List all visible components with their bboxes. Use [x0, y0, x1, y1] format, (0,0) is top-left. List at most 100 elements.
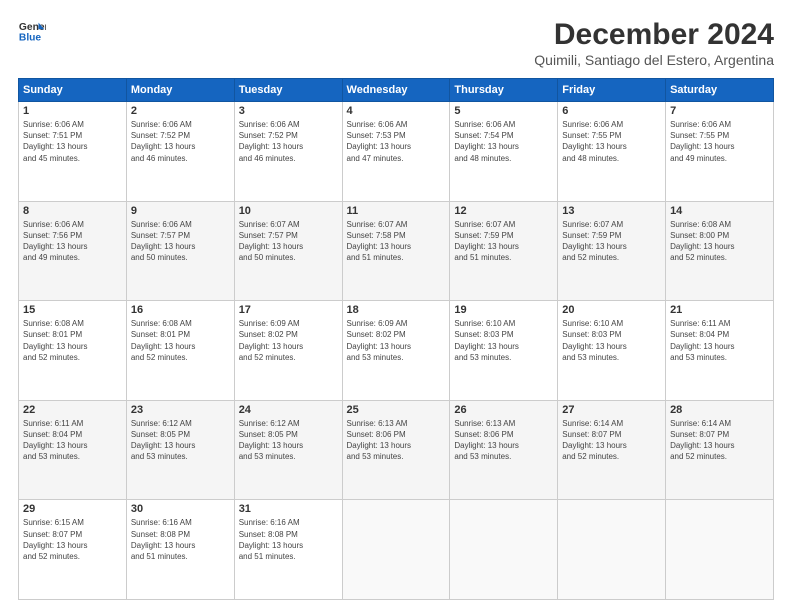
day-number: 10	[239, 205, 338, 217]
logo-icon: General Blue	[18, 18, 46, 46]
day-info: Sunrise: 6:12 AM Sunset: 8:05 PM Dayligh…	[239, 418, 338, 463]
calendar-week-row: 8Sunrise: 6:06 AM Sunset: 7:56 PM Daylig…	[19, 201, 774, 301]
day-info: Sunrise: 6:16 AM Sunset: 8:08 PM Dayligh…	[239, 517, 338, 562]
day-number: 25	[347, 404, 446, 416]
day-number: 23	[131, 404, 230, 416]
table-row: 11 Sunrise: 6:07 AM Sunset: 7:58 PM Dayli…	[342, 201, 450, 301]
table-row: 26 Sunrise: 6:13 AM Sunset: 8:06 PM Dayli…	[450, 400, 558, 500]
table-row: 14 Sunrise: 6:08 AM Sunset: 8:00 PM Dayli…	[666, 201, 774, 301]
table-row: 7 Sunrise: 6:06 AM Sunset: 7:55 PM Daylig…	[666, 102, 774, 202]
table-row: 25 Sunrise: 6:13 AM Sunset: 8:06 PM Dayli…	[342, 400, 450, 500]
day-info: Sunrise: 6:11 AM Sunset: 8:04 PM Dayligh…	[23, 418, 122, 463]
col-friday: Friday	[558, 79, 666, 102]
day-number: 16	[131, 304, 230, 316]
calendar-table: Sunday Monday Tuesday Wednesday Thursday…	[18, 78, 774, 600]
calendar-week-row: 22 Sunrise: 6:11 AM Sunset: 8:04 PM Dayli…	[19, 400, 774, 500]
day-number: 17	[239, 304, 338, 316]
day-info: Sunrise: 6:06 AM Sunset: 7:51 PM Dayligh…	[23, 119, 122, 164]
day-number: 22	[23, 404, 122, 416]
svg-text:Blue: Blue	[19, 32, 42, 43]
day-number: 6	[562, 105, 661, 117]
header: General Blue December 2024 Quimili, Sant…	[18, 18, 774, 68]
table-row: 27 Sunrise: 6:14 AM Sunset: 8:07 PM Dayli…	[558, 400, 666, 500]
day-info: Sunrise: 6:06 AM Sunset: 7:55 PM Dayligh…	[670, 119, 769, 164]
table-row: 29Sunrise: 6:15 AM Sunset: 8:07 PM Dayli…	[19, 500, 127, 600]
day-info: Sunrise: 6:07 AM Sunset: 7:59 PM Dayligh…	[562, 219, 661, 264]
day-number: 14	[670, 205, 769, 217]
day-number: 7	[670, 105, 769, 117]
calendar-header-row: Sunday Monday Tuesday Wednesday Thursday…	[19, 79, 774, 102]
col-sunday: Sunday	[19, 79, 127, 102]
table-row: 3Sunrise: 6:06 AM Sunset: 7:52 PM Daylig…	[234, 102, 342, 202]
day-number: 20	[562, 304, 661, 316]
day-info: Sunrise: 6:06 AM Sunset: 7:56 PM Dayligh…	[23, 219, 122, 264]
table-row: 10 Sunrise: 6:07 AM Sunset: 7:57 PM Dayli…	[234, 201, 342, 301]
day-number: 11	[347, 205, 446, 217]
day-info: Sunrise: 6:10 AM Sunset: 8:03 PM Dayligh…	[562, 318, 661, 363]
day-number: 18	[347, 304, 446, 316]
day-info: Sunrise: 6:13 AM Sunset: 8:06 PM Dayligh…	[347, 418, 446, 463]
day-info: Sunrise: 6:08 AM Sunset: 8:01 PM Dayligh…	[23, 318, 122, 363]
day-info: Sunrise: 6:07 AM Sunset: 7:57 PM Dayligh…	[239, 219, 338, 264]
calendar-week-row: 1 Sunrise: 6:06 AM Sunset: 7:51 PM Daylig…	[19, 102, 774, 202]
col-tuesday: Tuesday	[234, 79, 342, 102]
day-number: 24	[239, 404, 338, 416]
day-number: 15	[23, 304, 122, 316]
day-number: 12	[454, 205, 553, 217]
table-row: 20 Sunrise: 6:10 AM Sunset: 8:03 PM Dayli…	[558, 301, 666, 401]
day-number: 28	[670, 404, 769, 416]
col-thursday: Thursday	[450, 79, 558, 102]
day-number: 5	[454, 105, 553, 117]
day-number: 21	[670, 304, 769, 316]
table-row: 5 Sunrise: 6:06 AM Sunset: 7:54 PM Daylig…	[450, 102, 558, 202]
col-saturday: Saturday	[666, 79, 774, 102]
day-info: Sunrise: 6:13 AM Sunset: 8:06 PM Dayligh…	[454, 418, 553, 463]
day-info: Sunrise: 6:09 AM Sunset: 8:02 PM Dayligh…	[239, 318, 338, 363]
day-info: Sunrise: 6:09 AM Sunset: 8:02 PM Dayligh…	[347, 318, 446, 363]
table-row: 12 Sunrise: 6:07 AM Sunset: 7:59 PM Dayli…	[450, 201, 558, 301]
table-row: 4 Sunrise: 6:06 AM Sunset: 7:53 PM Daylig…	[342, 102, 450, 202]
calendar-week-row: 29Sunrise: 6:15 AM Sunset: 8:07 PM Dayli…	[19, 500, 774, 600]
day-info: Sunrise: 6:07 AM Sunset: 7:59 PM Dayligh…	[454, 219, 553, 264]
page: General Blue December 2024 Quimili, Sant…	[0, 0, 792, 612]
col-wednesday: Wednesday	[342, 79, 450, 102]
table-row: 18 Sunrise: 6:09 AM Sunset: 8:02 PM Dayli…	[342, 301, 450, 401]
day-info: Sunrise: 6:14 AM Sunset: 8:07 PM Dayligh…	[670, 418, 769, 463]
day-info: Sunrise: 6:14 AM Sunset: 8:07 PM Dayligh…	[562, 418, 661, 463]
day-info: Sunrise: 6:12 AM Sunset: 8:05 PM Dayligh…	[131, 418, 230, 463]
main-title: December 2024	[534, 18, 774, 52]
table-row: 23 Sunrise: 6:12 AM Sunset: 8:05 PM Dayli…	[126, 400, 234, 500]
day-info: Sunrise: 6:06 AM Sunset: 7:53 PM Dayligh…	[347, 119, 446, 164]
table-row: 15 Sunrise: 6:08 AM Sunset: 8:01 PM Dayli…	[19, 301, 127, 401]
day-number: 1	[23, 105, 122, 117]
day-number: 27	[562, 404, 661, 416]
day-info: Sunrise: 6:06 AM Sunset: 7:57 PM Dayligh…	[131, 219, 230, 264]
day-number: 26	[454, 404, 553, 416]
title-section: December 2024 Quimili, Santiago del Este…	[534, 18, 774, 68]
day-info: Sunrise: 6:06 AM Sunset: 7:52 PM Dayligh…	[239, 119, 338, 164]
day-info: Sunrise: 6:08 AM Sunset: 8:01 PM Dayligh…	[131, 318, 230, 363]
table-row: 21 Sunrise: 6:11 AM Sunset: 8:04 PM Dayli…	[666, 301, 774, 401]
day-number: 2	[131, 105, 230, 117]
table-row: 6 Sunrise: 6:06 AM Sunset: 7:55 PM Daylig…	[558, 102, 666, 202]
day-info: Sunrise: 6:11 AM Sunset: 8:04 PM Dayligh…	[670, 318, 769, 363]
table-row: 17 Sunrise: 6:09 AM Sunset: 8:02 PM Dayli…	[234, 301, 342, 401]
day-number: 4	[347, 105, 446, 117]
day-number: 9	[131, 205, 230, 217]
table-row: 31Sunrise: 6:16 AM Sunset: 8:08 PM Dayli…	[234, 500, 342, 600]
day-number: 19	[454, 304, 553, 316]
table-row: 2 Sunrise: 6:06 AM Sunset: 7:52 PM Daylig…	[126, 102, 234, 202]
day-info: Sunrise: 6:08 AM Sunset: 8:00 PM Dayligh…	[670, 219, 769, 264]
table-row: 30Sunrise: 6:16 AM Sunset: 8:08 PM Dayli…	[126, 500, 234, 600]
day-info: Sunrise: 6:06 AM Sunset: 7:52 PM Dayligh…	[131, 119, 230, 164]
day-info: Sunrise: 6:07 AM Sunset: 7:58 PM Dayligh…	[347, 219, 446, 264]
table-row: 16 Sunrise: 6:08 AM Sunset: 8:01 PM Dayli…	[126, 301, 234, 401]
table-row	[450, 500, 558, 600]
day-info: Sunrise: 6:16 AM Sunset: 8:08 PM Dayligh…	[131, 517, 230, 562]
day-number: 13	[562, 205, 661, 217]
subtitle: Quimili, Santiago del Estero, Argentina	[534, 52, 774, 68]
table-row: 22 Sunrise: 6:11 AM Sunset: 8:04 PM Dayli…	[19, 400, 127, 500]
day-info: Sunrise: 6:06 AM Sunset: 7:54 PM Dayligh…	[454, 119, 553, 164]
day-info: Sunrise: 6:06 AM Sunset: 7:55 PM Dayligh…	[562, 119, 661, 164]
col-monday: Monday	[126, 79, 234, 102]
